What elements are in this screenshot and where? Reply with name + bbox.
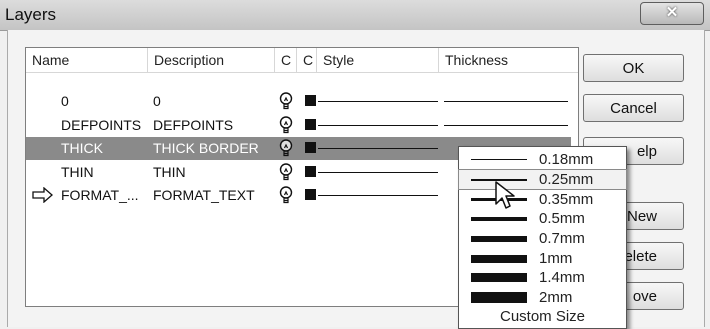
window-title: Layers <box>5 5 57 24</box>
layer-description: THIN <box>153 164 186 180</box>
custom-size-option[interactable]: Custom Size <box>459 308 626 325</box>
thickness-option-label: 0.7mm <box>539 230 585 247</box>
thickness-option[interactable]: 0.25mm <box>458 169 627 190</box>
close-button[interactable]: ✕ <box>640 2 704 25</box>
cancel-button[interactable]: Cancel <box>583 94 684 122</box>
style-line[interactable] <box>318 101 438 102</box>
column-header-on[interactable]: C <box>275 48 297 72</box>
thickness-sample <box>471 159 527 160</box>
remove-button-label: ove <box>632 288 657 305</box>
bulb-icon[interactable] <box>279 92 293 110</box>
thickness-option-label: 0.18mm <box>539 151 594 168</box>
thickness-option-label: 1.4mm <box>539 269 585 286</box>
column-header-thickness[interactable]: Thickness <box>439 48 578 72</box>
style-line[interactable] <box>318 148 438 149</box>
thickness-sample <box>471 273 527 282</box>
layer-name: THIN <box>61 164 94 180</box>
thickness-sample <box>471 292 527 303</box>
layer-description: 0 <box>153 93 161 109</box>
style-line[interactable] <box>318 195 438 196</box>
column-header-color[interactable]: C <box>297 48 317 72</box>
thickness-option[interactable]: 0.18mm <box>459 150 626 169</box>
style-line[interactable] <box>318 125 438 126</box>
thickness-option-label: 0.35mm <box>539 191 594 208</box>
mouse-pointer-icon <box>495 181 515 209</box>
thickness-option-label: 0.5mm <box>539 210 585 227</box>
column-header-description[interactable]: Description <box>148 48 275 72</box>
thickness-sample <box>471 236 527 242</box>
column-header-name[interactable]: Name <box>26 48 148 72</box>
thickness-option[interactable]: 1.4mm <box>459 268 626 287</box>
style-line[interactable] <box>318 172 438 173</box>
thickness-sample <box>471 217 527 221</box>
thickness-line[interactable] <box>444 125 568 126</box>
ok-button[interactable]: OK <box>583 54 684 82</box>
thickness-option-label: 0.25mm <box>539 171 594 188</box>
thickness-option-label: 1mm <box>539 250 573 267</box>
header-divider <box>26 72 578 73</box>
color-swatch-icon[interactable] <box>305 166 316 177</box>
layer-name: 0 <box>61 93 69 109</box>
new-button-label: New <box>626 208 657 225</box>
color-swatch-icon[interactable] <box>305 119 316 130</box>
bulb-icon[interactable] <box>279 139 293 157</box>
thickness-option[interactable]: 0.35mm <box>459 190 626 209</box>
layer-description: FORMAT_TEXT <box>153 187 255 203</box>
help-button-label: elp <box>636 143 657 160</box>
thickness-option[interactable]: 1mm <box>459 249 626 268</box>
thickness-option[interactable]: 2mm <box>459 288 626 307</box>
thickness-dropdown[interactable]: 0.18mm 0.25mm 0.35mm 0.5mm 0.7mm 1mm 1.4… <box>458 146 627 329</box>
thickness-option-label: 2mm <box>539 289 573 306</box>
layer-description: DEFPOINTS <box>153 117 234 133</box>
color-swatch-icon[interactable] <box>305 142 316 153</box>
close-icon: ✕ <box>665 4 679 21</box>
table-row[interactable]: DEFPOINTS DEFPOINTS <box>26 114 571 137</box>
layer-description: THICK BORDER <box>153 140 259 156</box>
bulb-icon[interactable] <box>279 163 293 181</box>
thickness-line[interactable] <box>444 101 568 102</box>
layer-name: FORMAT_... <box>61 187 139 203</box>
table-row[interactable]: 0 0 <box>26 90 571 113</box>
layer-name: THICK <box>61 140 103 156</box>
thickness-sample <box>471 255 527 263</box>
color-swatch-icon[interactable] <box>305 189 316 200</box>
current-layer-arrow-icon <box>32 187 53 203</box>
thickness-option[interactable]: 0.7mm <box>459 229 626 248</box>
column-header-style[interactable]: Style <box>317 48 439 72</box>
layer-name: DEFPOINTS <box>61 117 142 133</box>
color-swatch-icon[interactable] <box>305 95 316 106</box>
thickness-option[interactable]: 0.5mm <box>459 209 626 228</box>
bulb-icon[interactable] <box>279 116 293 134</box>
delete-button-label: elete <box>624 248 657 265</box>
bulb-icon[interactable] <box>279 186 293 204</box>
title-bar: Layers ✕ <box>0 0 710 31</box>
